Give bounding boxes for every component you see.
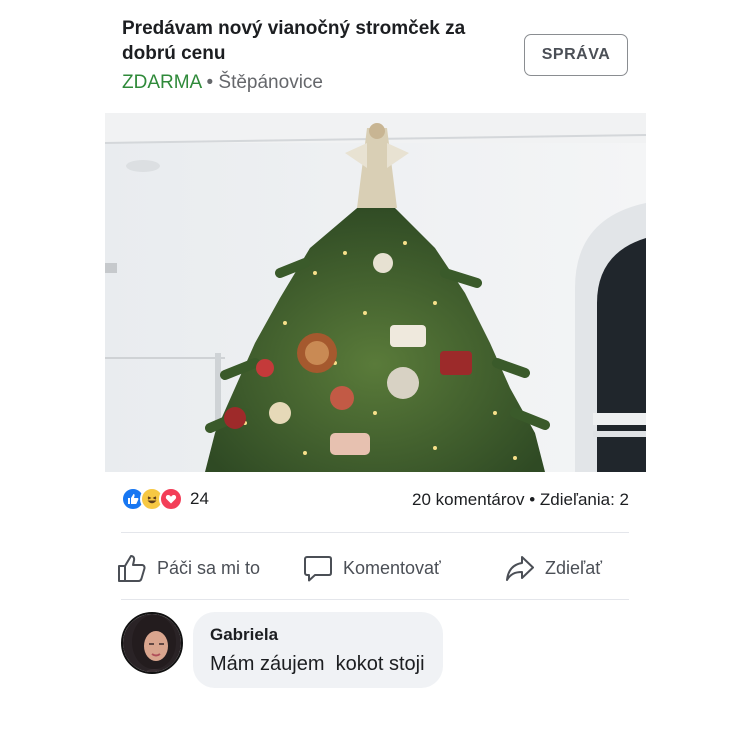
comment-bubble: Gabriela Mám záujem kokot stoji [193,612,443,688]
listing-header: Predávam nový vianočný stromček za dobrú… [122,16,512,95]
meta-separator: • [206,72,214,93]
comments-count[interactable]: 20 komentárov [412,490,524,509]
christmas-tree-image [105,113,646,472]
counts-separator: • [529,490,536,509]
listing-title[interactable]: Predávam nový vianočný stromček za dobrú… [122,16,512,66]
comment-author[interactable]: Gabriela [210,624,425,646]
engagement-counts: 20 komentárov • Zdieľania: 2 [412,489,629,511]
listing-meta: ZDARMA • Štěpánovice [122,71,512,95]
comment-label: Komentovať [343,557,441,578]
thumbs-up-icon [118,555,146,582]
share-button[interactable]: Zdieľať [504,548,602,588]
message-button[interactable]: SPRÁVA [524,34,628,76]
divider-bottom [121,599,629,600]
like-button[interactable]: Páči sa mi to [116,548,260,588]
comment-item: Gabriela Mám záujem kokot stoji [121,612,521,692]
post-actions: Páči sa mi to Komentovať Zdieľať [116,548,628,588]
love-icon [159,487,183,511]
reaction-count: 24 [190,489,209,508]
listing-location[interactable]: Štěpánovice [218,72,323,93]
avatar[interactable] [121,612,183,674]
share-label: Zdieľať [545,557,603,578]
like-label: Páči sa mi to [157,557,261,578]
reactions-summary[interactable]: 24 [121,487,209,511]
listing-photo[interactable] [105,113,646,472]
share-icon [506,556,534,581]
shares-count[interactable]: Zdieľania: 2 [540,490,629,509]
comment-icon [304,556,332,582]
listing-price: ZDARMA [122,72,202,93]
comment-button[interactable]: Komentovať [302,548,441,588]
comment-text: Mám záujem kokot stoji [210,653,425,675]
divider-top [121,532,629,533]
post-stats: 24 20 komentárov • Zdieľania: 2 [121,485,629,515]
